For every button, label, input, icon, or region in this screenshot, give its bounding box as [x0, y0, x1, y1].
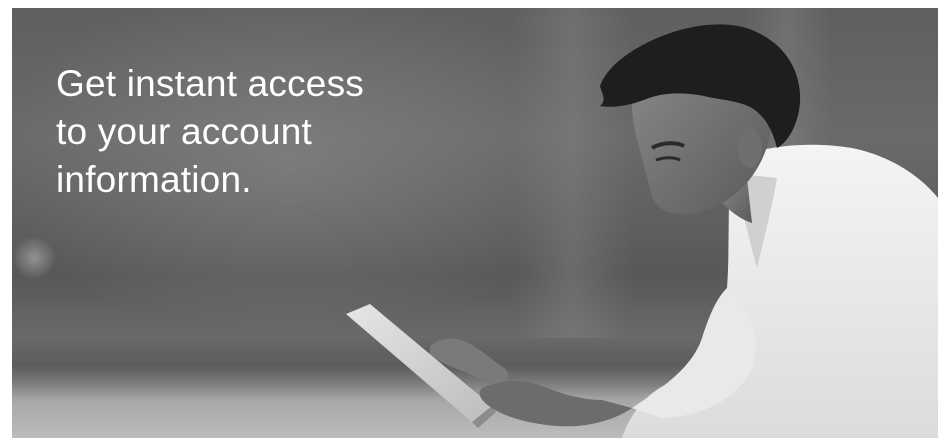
- hero-headline-line: Get instant access: [56, 63, 364, 104]
- hero-headline-line: information.: [56, 159, 252, 200]
- hand: [479, 380, 632, 427]
- hero-banner: Get instant access to your account infor…: [12, 8, 938, 438]
- ear: [738, 128, 762, 168]
- hero-headline-line: to your account: [56, 111, 312, 152]
- hero-headline: Get instant access to your account infor…: [56, 60, 364, 204]
- background-blur: [12, 236, 56, 280]
- person-with-tablet-photo: [346, 24, 938, 438]
